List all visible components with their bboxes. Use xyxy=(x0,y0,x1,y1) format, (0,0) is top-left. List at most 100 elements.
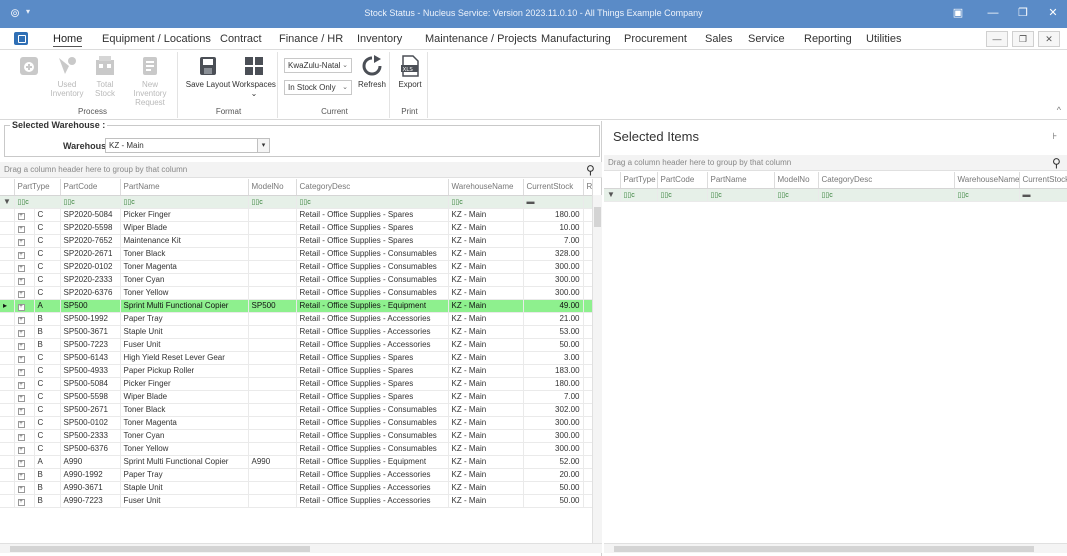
filter-cell[interactable]: ▯▯c xyxy=(774,188,819,202)
table-row[interactable]: + C SP2020-7652 Maintenance Kit Retail - Off… xyxy=(0,234,593,248)
minimize-button[interactable]: — xyxy=(982,4,1004,22)
column-header-categorydesc[interactable]: CategoryDesc xyxy=(818,172,955,189)
menu-service[interactable]: Service xyxy=(748,33,785,45)
table-row[interactable]: + C SP2020-2333 Toner Cyan Retail - Office S… xyxy=(0,273,593,287)
column-header-warehousename[interactable]: WarehouseName xyxy=(448,179,524,196)
group-panel[interactable]: Drag a column header here to group by th… xyxy=(0,162,602,178)
expand-icon[interactable]: + xyxy=(14,481,35,495)
filter-cell[interactable]: ▯▯c xyxy=(448,195,524,209)
column-header-partcode[interactable]: PartCode xyxy=(60,179,121,196)
expand-icon[interactable]: + xyxy=(14,390,35,404)
filter-cell[interactable]: ▬ xyxy=(1019,188,1067,202)
table-row[interactable]: + C SP500-2671 Toner Black Retail - Office S… xyxy=(0,403,593,417)
table-row[interactable]: ▸ + A SP500 Sprint Multi Functional Copier SP… xyxy=(0,299,593,313)
expand-icon[interactable]: + xyxy=(14,494,35,508)
column-header-warehousename[interactable]: WarehouseName xyxy=(954,172,1020,189)
column-header-modelno[interactable]: ModelNo xyxy=(774,172,819,189)
expand-icon[interactable]: + xyxy=(14,442,35,456)
add-button[interactable] xyxy=(12,54,46,80)
table-row[interactable]: + B A990-1992 Paper Tray Retail - Office Sup… xyxy=(0,468,593,482)
expand-icon[interactable]: + xyxy=(14,299,35,313)
mdi-restore-button[interactable]: ❐ xyxy=(1012,31,1034,47)
table-row[interactable]: + B SP500-3671 Staple Unit Retail - Office S… xyxy=(0,325,593,339)
column-header-currentstock[interactable]: CurrentStock xyxy=(1019,172,1067,189)
filter-cell[interactable]: ▯▯c xyxy=(60,195,121,209)
collapse-ribbon-icon[interactable]: ^ xyxy=(1057,105,1061,115)
table-row[interactable]: + B A990-7223 Fuser Unit Retail - Office Sup… xyxy=(0,494,593,508)
stock-filter-select[interactable]: In Stock Only ⌄ xyxy=(284,80,352,95)
table-row[interactable]: + B SP500-1992 Paper Tray Retail - Office Su… xyxy=(0,312,593,326)
table-row[interactable]: + C SP500-5598 Wiper Blade Retail - Office S… xyxy=(0,390,593,404)
expand-icon[interactable]: + xyxy=(14,260,35,274)
expand-icon[interactable]: + xyxy=(14,377,35,391)
menu-procurement[interactable]: Procurement xyxy=(624,33,687,45)
close-button[interactable]: ✕ xyxy=(1042,4,1064,22)
table-row[interactable]: + C SP2020-5084 Picker Finger Retail - Offic… xyxy=(0,208,593,222)
expand-icon[interactable]: + xyxy=(14,338,35,352)
expand-icon[interactable]: + xyxy=(14,234,35,248)
filter-cell[interactable]: ▬ xyxy=(523,195,584,209)
new-inventory-request-button[interactable]: New Inventory Request xyxy=(126,54,174,107)
scroll-thumb[interactable] xyxy=(594,207,601,227)
mdi-minimize-button[interactable]: — xyxy=(986,31,1008,47)
column-header-partcode[interactable]: PartCode xyxy=(657,172,708,189)
expand-icon[interactable]: + xyxy=(14,312,35,326)
expand-icon[interactable]: + xyxy=(14,429,35,443)
expand-icon[interactable]: + xyxy=(14,364,35,378)
menu-utilities[interactable]: Utilities xyxy=(866,33,901,45)
menu-home[interactable]: Home xyxy=(53,33,83,47)
export-button[interactable]: XLS Export xyxy=(394,54,426,89)
table-row[interactable]: + C SP500-6376 Toner Yellow Retail - Office … xyxy=(0,442,593,456)
menu-manufacturing[interactable]: Manufacturing xyxy=(541,33,611,45)
warehouse-select[interactable]: KZ - Main ▾ xyxy=(105,138,270,153)
search-icon[interactable]: ⚲ xyxy=(1052,156,1061,170)
expand-icon[interactable]: + xyxy=(14,455,35,469)
menu-contract[interactable]: Contract xyxy=(220,33,262,45)
expand-icon[interactable]: + xyxy=(14,247,35,261)
region-select[interactable]: KwaZulu-Natal ⌄ xyxy=(284,58,352,73)
table-row[interactable]: + C SP500-4933 Paper Pickup Roller Retail - … xyxy=(0,364,593,378)
expand-icon[interactable]: + xyxy=(14,416,35,430)
used-inventory-button[interactable]: Used Inventory xyxy=(50,54,84,98)
selected-group-panel[interactable]: Drag a column header here to group by th… xyxy=(604,155,1067,171)
table-row[interactable]: + C SP2020-2671 Toner Black Retail - Office … xyxy=(0,247,593,261)
menu-inventory[interactable]: Inventory xyxy=(357,33,402,45)
expand-icon[interactable]: + xyxy=(14,325,35,339)
table-row[interactable]: + C SP500-0102 Toner Magenta Retail - Office… xyxy=(0,416,593,430)
filter-cell[interactable]: ▯▯c xyxy=(818,188,955,202)
grid-horizontal-scrollbar[interactable] xyxy=(0,543,602,553)
file-menu-icon[interactable] xyxy=(14,32,28,45)
table-row[interactable]: + C SP2020-5598 Wiper Blade Retail - Office … xyxy=(0,221,593,235)
filter-cell[interactable]: ▯▯c xyxy=(707,188,775,202)
filter-cell[interactable]: ▯▯c xyxy=(657,188,708,202)
total-stock-button[interactable]: Total Stock xyxy=(88,54,122,98)
table-row[interactable]: + B SP500-7223 Fuser Unit Retail - Office Su… xyxy=(0,338,593,352)
refresh-button[interactable]: Refresh xyxy=(356,54,388,89)
menu-finance-hr[interactable]: Finance / HR xyxy=(279,33,343,45)
expand-icon[interactable]: + xyxy=(14,468,35,482)
grid-vertical-scrollbar[interactable] xyxy=(592,195,602,543)
menu-sales[interactable]: Sales xyxy=(705,33,733,45)
expand-icon[interactable]: + xyxy=(14,286,35,300)
expand-icon[interactable]: + xyxy=(14,403,35,417)
table-row[interactable]: + B A990-3671 Staple Unit Retail - Office Su… xyxy=(0,481,593,495)
filter-cell[interactable]: ▯▯c xyxy=(248,195,297,209)
column-header-currentstock[interactable]: CurrentStock xyxy=(523,179,584,196)
expand-icon[interactable]: + xyxy=(14,208,35,222)
column-header-partname[interactable]: PartName xyxy=(707,172,775,189)
column-header-partname[interactable]: PartName xyxy=(120,179,249,196)
scroll-thumb[interactable] xyxy=(10,546,310,552)
table-row[interactable]: + C SP2020-6376 Toner Yellow Retail - Office… xyxy=(0,286,593,300)
expand-icon[interactable]: + xyxy=(14,273,35,287)
filter-cell[interactable]: ▯▯c xyxy=(14,195,61,209)
filter-icon[interactable]: ▼ xyxy=(604,188,621,202)
filter-icon[interactable]: ▼ xyxy=(0,195,15,209)
table-row[interactable]: + C SP500-5084 Picker Finger Retail - Office… xyxy=(0,377,593,391)
filter-cell[interactable]: ▯▯c xyxy=(620,188,658,202)
menu-maintenance-projects[interactable]: Maintenance / Projects xyxy=(425,33,537,45)
column-header-re[interactable]: Re xyxy=(583,179,593,196)
workspaces-button[interactable]: Workspaces ⌄ xyxy=(232,54,276,98)
table-row[interactable]: + A A990 Sprint Multi Functional Copier A990… xyxy=(0,455,593,469)
selected-horizontal-scrollbar[interactable] xyxy=(604,543,1067,553)
mdi-close-button[interactable]: ✕ xyxy=(1038,31,1060,47)
